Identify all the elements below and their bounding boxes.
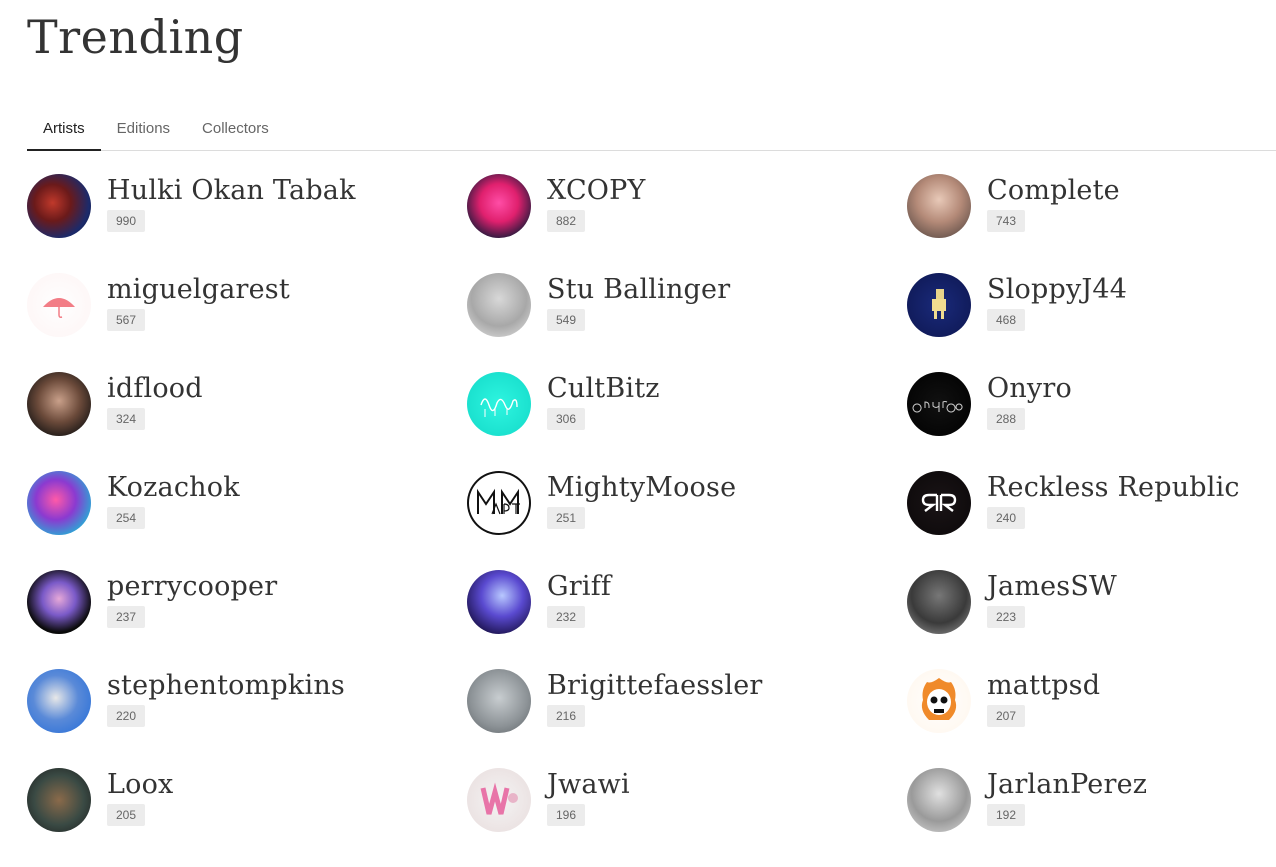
artist-card[interactable]: Jwawi 196	[467, 768, 907, 867]
artist-card[interactable]: perrycooper 237	[27, 570, 467, 669]
avatar[interactable]	[27, 768, 91, 832]
artist-name[interactable]: idflood	[107, 372, 203, 406]
avatar[interactable]	[907, 669, 971, 733]
count-badge: 306	[547, 408, 586, 430]
mm-art-logo-icon	[467, 471, 531, 535]
avatar[interactable]	[27, 570, 91, 634]
avatar[interactable]	[27, 273, 91, 337]
count-badge: 743	[987, 210, 1026, 232]
avatar[interactable]	[907, 372, 971, 436]
artist-card[interactable]: stephentompkins 220	[27, 669, 467, 768]
tab-editions[interactable]: Editions	[101, 110, 186, 149]
artist-name[interactable]: Griff	[547, 570, 611, 604]
artist-grid: Hulki Okan Tabak 990 XCOPY 882 Complete 743…	[27, 174, 1276, 867]
artist-card[interactable]: Complete 743	[907, 174, 1276, 273]
artist-card[interactable]: idflood 324	[27, 372, 467, 471]
count-badge: 237	[107, 606, 146, 628]
avatar[interactable]	[467, 768, 531, 832]
artist-name[interactable]: stephentompkins	[107, 669, 345, 703]
artist-card[interactable]: Stu Ballinger 549	[467, 273, 907, 372]
onyro-logo-icon	[907, 372, 971, 436]
artist-name[interactable]: Kozachok	[107, 471, 240, 505]
artist-name[interactable]: Loox	[107, 768, 173, 802]
artist-name[interactable]: Jwawi	[547, 768, 630, 802]
count-badge: 240	[987, 507, 1026, 529]
artist-card[interactable]: Loox 205	[27, 768, 467, 867]
count-badge: 196	[547, 804, 586, 826]
artist-card[interactable]: miguelgarest 567	[27, 273, 467, 372]
artist-name[interactable]: Reckless Republic	[987, 471, 1240, 505]
artist-card[interactable]: SloppyJ44 468	[907, 273, 1276, 372]
brush-icon	[907, 273, 971, 337]
artist-card[interactable]: Griff 232	[467, 570, 907, 669]
count-badge: 990	[107, 210, 146, 232]
artist-name[interactable]: JamesSW	[987, 570, 1117, 604]
avatar[interactable]	[467, 570, 531, 634]
rr-logo-icon	[907, 471, 971, 535]
count-badge: 192	[987, 804, 1026, 826]
scribble-logo-icon	[467, 372, 531, 436]
count-badge: 567	[107, 309, 146, 331]
artist-card[interactable]: Brigittefaessler 216	[467, 669, 907, 768]
artist-name[interactable]: SloppyJ44	[987, 273, 1127, 307]
avatar[interactable]	[467, 273, 531, 337]
avatar[interactable]	[907, 273, 971, 337]
artist-card[interactable]: JarlanPerez 192	[907, 768, 1276, 867]
artist-name[interactable]: Hulki Okan Tabak	[107, 174, 356, 208]
artist-name[interactable]: CultBitz	[547, 372, 660, 406]
count-badge: 207	[987, 705, 1026, 727]
avatar[interactable]	[907, 570, 971, 634]
count-badge: 254	[107, 507, 146, 529]
artist-name[interactable]: perrycooper	[107, 570, 277, 604]
artist-name[interactable]: Onyro	[987, 372, 1072, 406]
count-badge: 549	[547, 309, 586, 331]
avatar[interactable]	[27, 669, 91, 733]
artist-name[interactable]: miguelgarest	[107, 273, 290, 307]
artist-card[interactable]: CultBitz 306	[467, 372, 907, 471]
count-badge: 220	[107, 705, 146, 727]
artist-card[interactable]: mattpsd 207	[907, 669, 1276, 768]
avatar[interactable]	[907, 174, 971, 238]
count-badge: 288	[987, 408, 1026, 430]
artist-name[interactable]: Complete	[987, 174, 1120, 208]
artist-card[interactable]: Hulki Okan Tabak 990	[27, 174, 467, 273]
count-badge: 882	[547, 210, 586, 232]
tab-collectors[interactable]: Collectors	[186, 110, 285, 149]
avatar[interactable]	[467, 372, 531, 436]
artist-card[interactable]: Onyro 288	[907, 372, 1276, 471]
count-badge: 223	[987, 606, 1026, 628]
count-badge: 205	[107, 804, 146, 826]
artist-card[interactable]: Reckless Republic 240	[907, 471, 1276, 570]
artist-card[interactable]: XCOPY 882	[467, 174, 907, 273]
count-badge: 232	[547, 606, 586, 628]
count-badge: 324	[107, 408, 146, 430]
artist-name[interactable]: XCOPY	[547, 174, 646, 208]
artist-name[interactable]: Stu Ballinger	[547, 273, 730, 307]
tab-bar: Artists Editions Collectors	[27, 110, 1276, 151]
page-title: Trending	[27, 10, 244, 64]
tab-artists[interactable]: Artists	[27, 110, 101, 151]
artist-name[interactable]: JarlanPerez	[987, 768, 1147, 802]
artist-name[interactable]: MightyMoose	[547, 471, 736, 505]
avatar[interactable]	[467, 669, 531, 733]
avatar[interactable]	[27, 471, 91, 535]
artist-card[interactable]: MightyMoose 251	[467, 471, 907, 570]
count-badge: 216	[547, 705, 586, 727]
avatar[interactable]	[467, 471, 531, 535]
umbrella-icon	[27, 273, 91, 337]
jwawi-art-icon	[467, 768, 531, 832]
artist-card[interactable]: Kozachok 254	[27, 471, 467, 570]
avatar[interactable]	[27, 174, 91, 238]
avatar[interactable]	[27, 372, 91, 436]
flaming-skull-icon	[907, 669, 971, 733]
artist-name[interactable]: mattpsd	[987, 669, 1100, 703]
avatar[interactable]	[907, 471, 971, 535]
artist-name[interactable]: Brigittefaessler	[547, 669, 762, 703]
count-badge: 251	[547, 507, 586, 529]
avatar[interactable]	[907, 768, 971, 832]
avatar[interactable]	[467, 174, 531, 238]
count-badge: 468	[987, 309, 1026, 331]
artist-card[interactable]: JamesSW 223	[907, 570, 1276, 669]
